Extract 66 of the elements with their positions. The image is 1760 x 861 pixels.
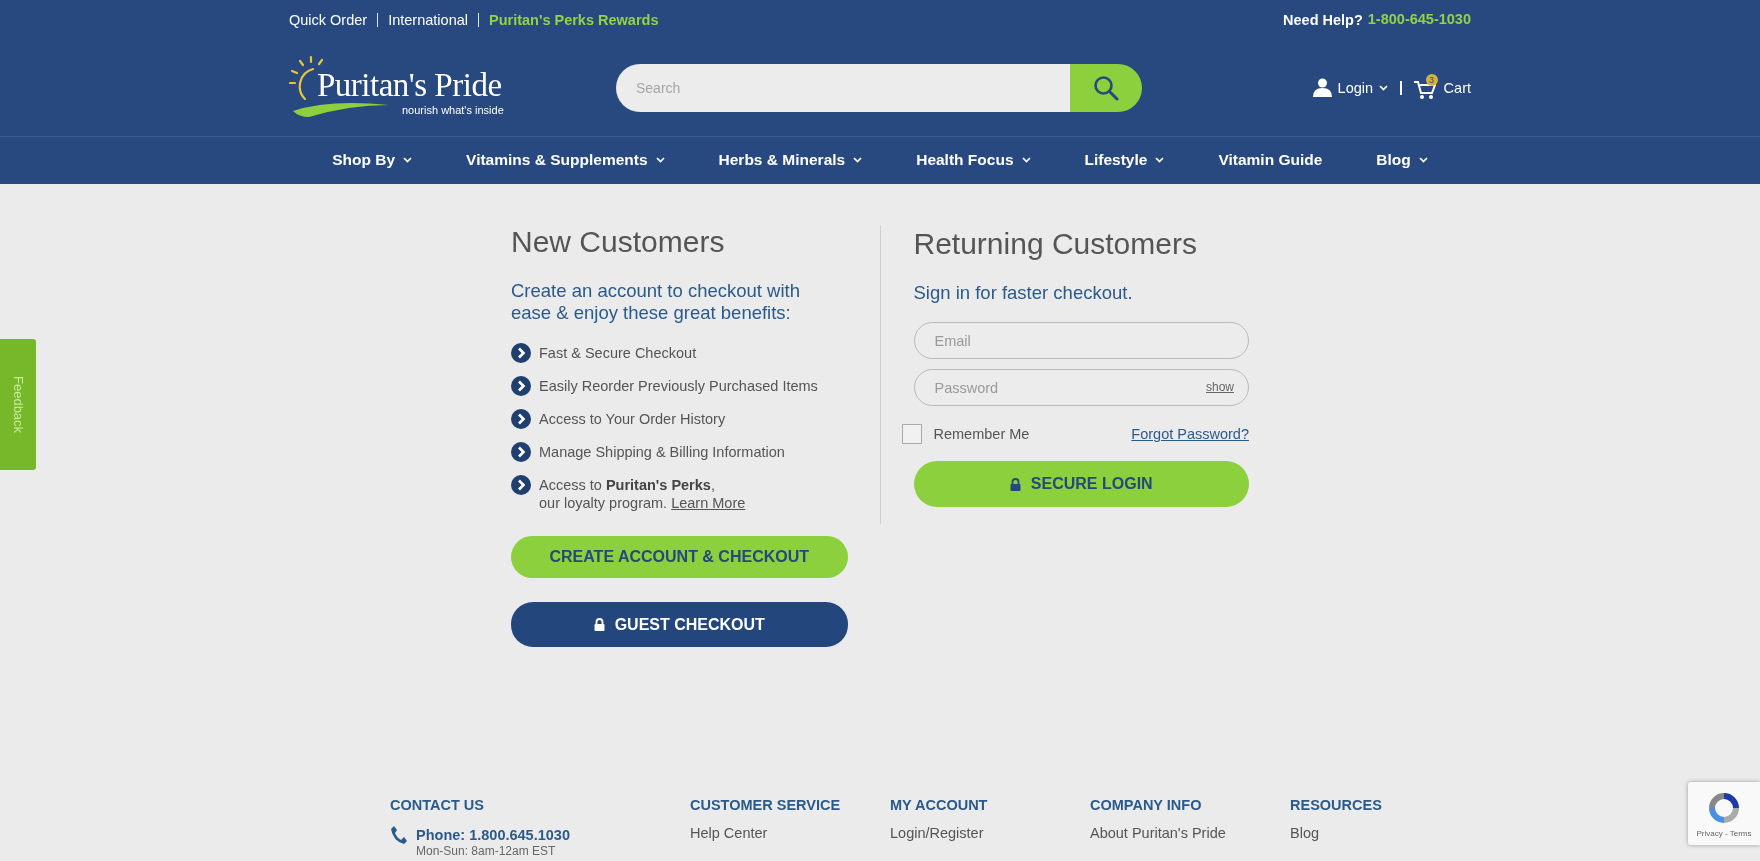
logo-text: Puritan's Pride xyxy=(317,66,502,104)
secure-login-button[interactable]: SECURE LOGIN xyxy=(913,461,1249,507)
help-label: Need Help? xyxy=(1283,11,1363,28)
user-icon xyxy=(1312,78,1332,97)
search-button[interactable] xyxy=(1070,63,1142,112)
forgot-password-link[interactable]: Forgot Password? xyxy=(1131,426,1249,442)
intro-text: Create an account to checkout with ease & enjoy these great benefits: xyxy=(511,280,801,324)
show-password-link[interactable]: show xyxy=(1206,380,1234,394)
nav-menu-item[interactable]: Herbs & Minerals xyxy=(718,151,863,169)
footer-link[interactable]: About Puritan's Pride xyxy=(1090,825,1290,841)
lock-icon xyxy=(593,618,605,631)
hours-text: Mon-Sun: 8am-12am EST xyxy=(416,845,557,858)
search-icon xyxy=(1093,74,1119,101)
chevron-down-icon xyxy=(1379,84,1389,91)
learn-more-link[interactable]: Learn More xyxy=(671,495,746,511)
top-link[interactable]: International xyxy=(377,12,478,27)
login-button[interactable]: Login xyxy=(1312,78,1389,97)
cart-count-badge: 3 xyxy=(1425,73,1438,86)
footer-link[interactable]: Blog xyxy=(1290,825,1490,841)
phone-icon xyxy=(390,825,408,845)
footer-heading: CUSTOMER SERVICE xyxy=(690,797,842,813)
remember-checkbox[interactable] xyxy=(901,424,922,444)
chevron-down-icon xyxy=(853,157,863,163)
chevron-down-icon xyxy=(1418,157,1428,163)
chevron-circle-icon xyxy=(511,409,531,429)
nav-menu-item[interactable]: Shop By xyxy=(332,151,413,169)
top-link[interactable]: Puritan's Perks Rewards xyxy=(478,12,669,27)
top-link[interactable]: Quick Order xyxy=(289,12,378,27)
subtitle-text: Sign in for faster checkout. xyxy=(913,282,1134,304)
chevron-circle-icon xyxy=(511,442,531,462)
chevron-down-icon xyxy=(1021,157,1031,163)
footer-heading: MY ACCOUNT xyxy=(890,797,989,813)
section-heading: New Customers xyxy=(511,224,726,260)
footer-link[interactable]: Help Center xyxy=(690,825,890,841)
benefit-text: Manage Shipping & Billing Information xyxy=(539,443,785,461)
nav-menu-item[interactable]: Lifestyle xyxy=(1084,151,1165,169)
privacy-terms-text: Privacy - Terms xyxy=(1696,828,1752,838)
footer-heading: CONTACT US xyxy=(390,797,485,813)
guest-checkout-button[interactable]: GUEST CHECKOUT xyxy=(511,602,848,647)
logo-tagline: nourish what's inside xyxy=(402,103,504,116)
benefit-text: Fast & Secure Checkout xyxy=(539,344,697,362)
footer-link[interactable]: Login/Register xyxy=(890,825,1090,841)
chevron-down-icon xyxy=(655,157,665,163)
benefit-text: Access to Puritan's Perks, our loyalty program. Learn More xyxy=(539,476,746,512)
lock-icon xyxy=(1009,477,1021,491)
section-heading: Returning Customers xyxy=(913,226,1198,262)
email-field[interactable]: Email xyxy=(913,322,1249,359)
phone-link[interactable]: 1-800-645-1030 xyxy=(1367,11,1471,28)
chevron-down-icon xyxy=(403,157,413,163)
cart-icon xyxy=(1413,79,1436,100)
footer-heading: COMPANY INFO xyxy=(1090,797,1203,813)
nav-menu-item[interactable]: Vitamins & Supplements xyxy=(466,151,665,169)
footer-heading: RESOURCES xyxy=(1290,797,1383,813)
benefit-text: Access to Your Order History xyxy=(539,410,726,428)
create-account-button[interactable]: CREATE ACCOUNT & CHECKOUT xyxy=(511,536,848,578)
chevron-circle-icon xyxy=(511,343,531,363)
checkbox-label: Remember Me xyxy=(933,426,1030,442)
chevron-circle-icon xyxy=(511,376,531,396)
chevron-down-icon xyxy=(1155,157,1165,163)
nav-menu-item[interactable]: Vitamin Guide xyxy=(1218,151,1323,169)
nav-menu-item[interactable]: Health Focus xyxy=(916,151,1031,169)
benefit-text: Easily Reorder Previously Purchased Items xyxy=(539,377,818,395)
phone-text: Phone: 1.800.645.1030 xyxy=(416,827,570,843)
nav-menu-item[interactable]: Blog xyxy=(1376,151,1428,169)
chevron-circle-icon xyxy=(511,475,531,495)
search-field[interactable]: Search xyxy=(616,63,1070,112)
